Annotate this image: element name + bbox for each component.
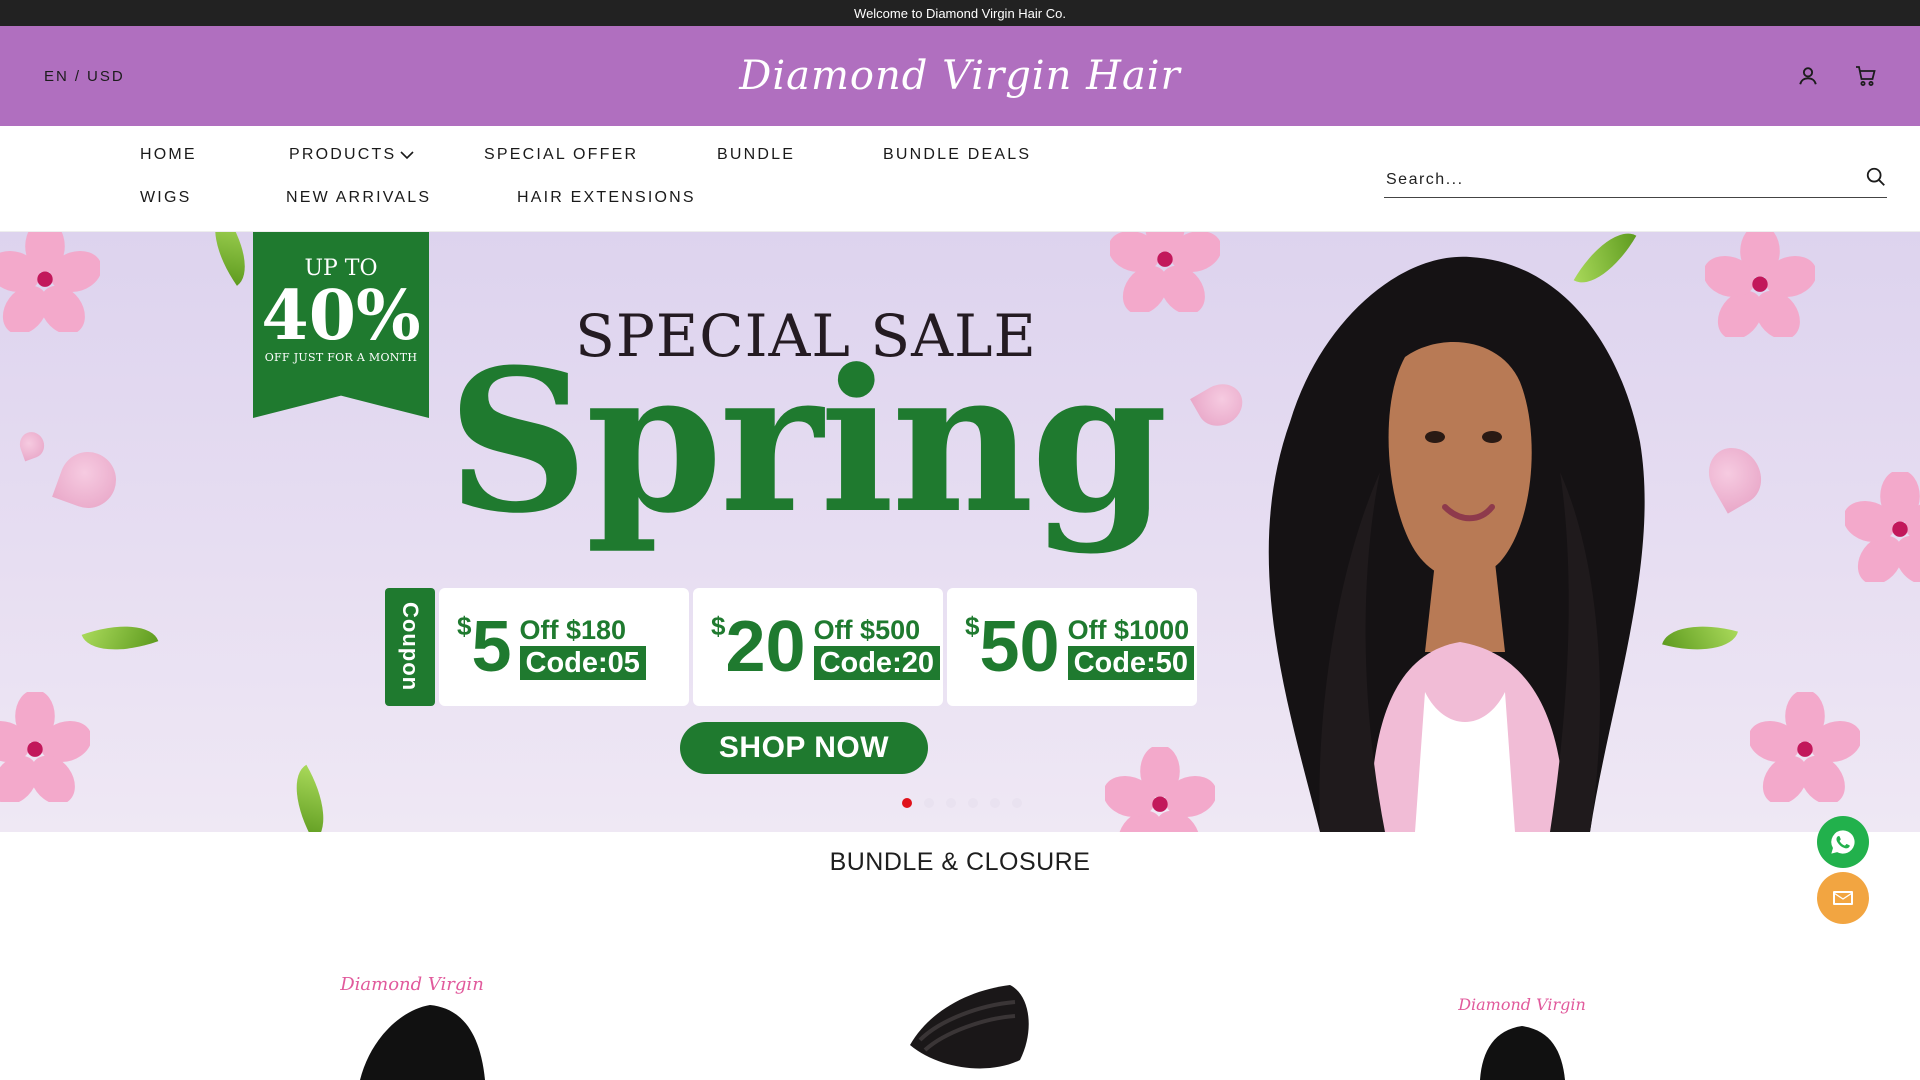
coupon-amount: $5 [457, 611, 512, 683]
coupon-info: Off $500 Code:20 [813, 614, 940, 680]
search-icon[interactable] [1865, 166, 1887, 193]
main-nav: HOME PRODUCTS SPECIAL OFFER BUNDLE BUNDL… [0, 126, 1920, 232]
shop-now-button[interactable]: SHOP NOW [680, 722, 928, 774]
nav-hair-extensions-label: HAIR EXTENSIONS [517, 189, 696, 206]
coupon-label-text: Coupon [398, 602, 423, 692]
nav-products[interactable]: PRODUCTS [289, 146, 414, 164]
announcement-text: Welcome to Diamond Virgin Hair Co. [854, 5, 1066, 21]
petal-decoration [1698, 438, 1772, 514]
coupon-off: Off $500 [813, 615, 921, 645]
account-icon[interactable] [1794, 62, 1822, 90]
coupon-off: Off $180 [519, 615, 627, 645]
coupon-card[interactable]: $5 Off $180 Code:05 [439, 588, 689, 706]
section-title: BUNDLE & CLOSURE [829, 848, 1091, 876]
coupon-code: Code:05 [519, 646, 646, 680]
slide-dot[interactable] [990, 798, 1000, 808]
slider-dots [902, 798, 1022, 808]
coupon-label: Coupon [385, 588, 435, 706]
chevron-down-icon [400, 151, 414, 160]
product-image[interactable] [900, 950, 1140, 1080]
site-header: EN / USD Diamond Virgin Hair [0, 26, 1920, 126]
search-box [1384, 162, 1887, 198]
coupon-card[interactable]: $50 Off $1000 Code:50 [947, 588, 1197, 706]
flower-decoration [1845, 472, 1920, 582]
leaf-decoration [81, 610, 159, 666]
announcement-bar: Welcome to Diamond Virgin Hair Co. [0, 0, 1920, 26]
slide-dot[interactable] [968, 798, 978, 808]
coupon-currency: $ [711, 611, 726, 641]
coupon-value: 50 [979, 607, 1060, 687]
slide-dot[interactable] [902, 798, 912, 808]
nav-bundle-deals[interactable]: BUNDLE DEALS [883, 146, 1031, 164]
cart-icon[interactable] [1852, 62, 1880, 90]
nav-wigs[interactable]: WIGS [140, 189, 191, 207]
slide-dot[interactable] [946, 798, 956, 808]
product-image[interactable]: Diamond Virgin [1400, 950, 1640, 1080]
coupon-amount: $50 [965, 611, 1060, 683]
locale-separator: / [74, 67, 82, 85]
whatsapp-icon [1831, 830, 1855, 854]
coupon-code: Code:20 [813, 646, 940, 680]
coupon-amount: $20 [711, 611, 806, 683]
nav-bundle-label: BUNDLE [717, 146, 796, 163]
coupon-currency: $ [457, 611, 472, 641]
slide-dot[interactable] [924, 798, 934, 808]
nav-hair-extensions[interactable]: HAIR EXTENSIONS [517, 189, 696, 207]
nav-bundle-deals-label: BUNDLE DEALS [883, 146, 1032, 163]
coupon-card[interactable]: $20 Off $500 Code:20 [693, 588, 943, 706]
nav-special-offer[interactable]: SPECIAL OFFER [484, 146, 638, 164]
svg-text:Diamond Virgin: Diamond Virgin [339, 974, 484, 995]
email-button[interactable] [1817, 872, 1869, 924]
model-image [1268, 256, 1645, 832]
coupon-currency: $ [965, 611, 980, 641]
header-icons [1794, 26, 1880, 126]
nav-wigs-label: WIGS [140, 189, 192, 206]
language-label[interactable]: EN [44, 68, 69, 85]
search-input[interactable] [1384, 170, 1824, 189]
svg-text:Diamond Virgin: Diamond Virgin [1457, 995, 1586, 1014]
mail-icon [1833, 891, 1853, 905]
slide-dot[interactable] [1012, 798, 1022, 808]
nav-bundle[interactable]: BUNDLE [717, 146, 795, 164]
flower-decoration [1705, 232, 1815, 337]
currency-label[interactable]: USD [87, 68, 125, 85]
hero-banner[interactable]: UP TO 40% OFF JUST FOR A MONTH SPECIAL S… [0, 232, 1920, 832]
locale-switcher[interactable]: EN / USD [44, 26, 125, 126]
nav-products-label: PRODUCTS [289, 146, 397, 163]
coupon-value: 20 [725, 607, 806, 687]
site-logo[interactable]: Diamond Virgin Hair [739, 26, 1180, 126]
leaf-decoration [278, 764, 342, 832]
nav-home-label: HOME [140, 146, 197, 163]
product-image[interactable]: Diamond Virgin [300, 950, 540, 1080]
coupon-strip: Coupon $5 Off $180 Code:05 $20 Off $500 … [385, 588, 1197, 706]
coupon-value: 5 [471, 607, 512, 687]
nav-new-arrivals[interactable]: NEW ARRIVALS [286, 189, 431, 207]
coupon-info: Off $180 Code:05 [519, 614, 646, 680]
nav-special-offer-label: SPECIAL OFFER [484, 146, 639, 163]
whatsapp-button[interactable] [1817, 816, 1869, 868]
flower-decoration [1750, 692, 1860, 802]
flower-decoration [0, 692, 90, 802]
nav-home[interactable]: HOME [140, 146, 197, 164]
nav-new-arrivals-label: NEW ARRIVALS [286, 189, 432, 206]
